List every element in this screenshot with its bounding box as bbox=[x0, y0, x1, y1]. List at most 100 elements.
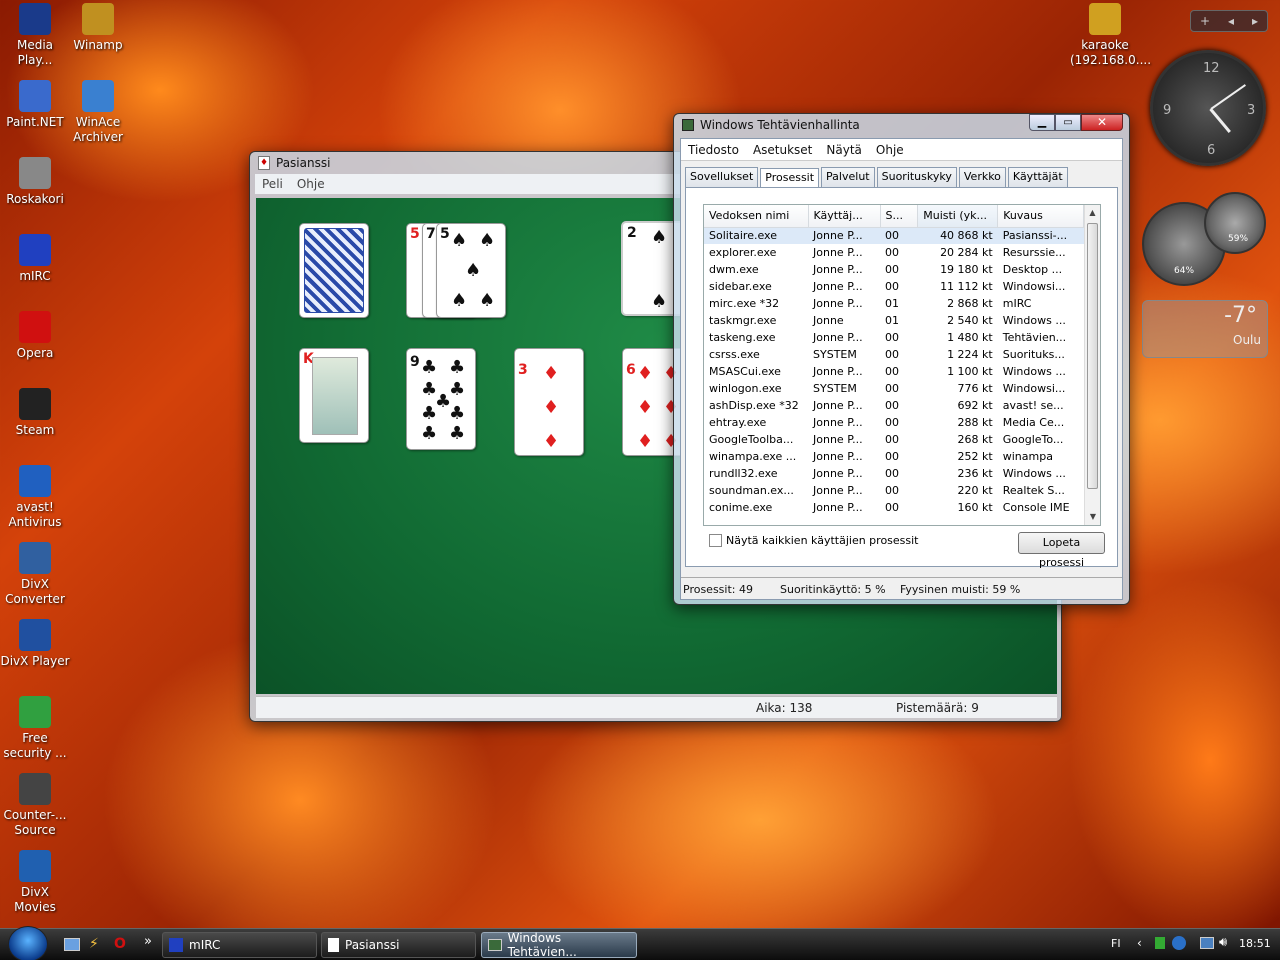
language-indicator[interactable]: FI bbox=[1111, 937, 1121, 950]
sidebar-controls[interactable]: + ◂ ▸ bbox=[1190, 10, 1268, 32]
tray-volume-icon[interactable]: 🔊︎ bbox=[1219, 935, 1227, 950]
desktop-icon[interactable]: avast! Antivirus bbox=[0, 465, 70, 530]
column-header[interactable]: Muisti (yk... bbox=[917, 205, 999, 228]
column-header[interactable]: Vedoksen nimi bbox=[704, 205, 809, 228]
menu-tiedosto[interactable]: Tiedosto bbox=[681, 143, 746, 157]
tab-suorituskyky[interactable]: Suorituskyky bbox=[876, 167, 957, 187]
table-row[interactable]: winampa.exe ... Jonne P... 00 252 kt winampa bbox=[704, 448, 1084, 465]
maximize-button[interactable]: ▭ bbox=[1055, 114, 1081, 131]
table-cell: winampa.exe ... bbox=[709, 450, 797, 463]
scroll-up-icon[interactable]: ▲ bbox=[1085, 205, 1100, 221]
desktop-icon[interactable]: Counter-... Source bbox=[0, 773, 70, 838]
add-gadget-icon[interactable]: + bbox=[1200, 14, 1210, 28]
column-header[interactable]: S... bbox=[880, 205, 919, 228]
ram-meter-gadget[interactable]: 59% bbox=[1204, 192, 1266, 254]
table-row[interactable]: Solitaire.exe Jonne P... 00 40 868 kt Pasian… bbox=[704, 227, 1084, 244]
switch-windows-icon[interactable]: ⚡ bbox=[89, 936, 99, 952]
show-all-checkbox[interactable] bbox=[709, 534, 722, 547]
tableau-nine[interactable]: 9 ♣ ♣ ♣ ♣ ♣ ♣ ♣ ♣ ♣ bbox=[406, 348, 476, 450]
desktop-icon[interactable]: Opera bbox=[0, 311, 70, 361]
process-list[interactable]: Vedoksen nimi Käyttäj... S... Muisti (yk...… bbox=[703, 204, 1101, 526]
desktop-icon[interactable]: Steam bbox=[0, 388, 70, 438]
table-row[interactable]: rundll32.exe Jonne P... 00 236 kt Windows ..… bbox=[704, 465, 1084, 482]
tab-sovellukset[interactable]: Sovellukset bbox=[685, 167, 759, 187]
desktop-icon[interactable]: WinAce Archiver bbox=[63, 80, 133, 145]
desktop-icon[interactable]: Media Play... bbox=[0, 3, 70, 68]
table-cell: Jonne P... bbox=[813, 467, 863, 480]
show-all-checkbox-row[interactable]: Näytä kaikkien käyttäjien prosessit bbox=[709, 534, 919, 547]
desktop-icon[interactable]: DivX Player bbox=[0, 619, 70, 669]
tab-prosessit[interactable]: Prosessit bbox=[760, 168, 820, 188]
stock-pile[interactable] bbox=[299, 223, 369, 318]
menu-ohje[interactable]: Ohje bbox=[290, 177, 332, 191]
tab-käyttäjät[interactable]: Käyttäjät bbox=[1007, 167, 1068, 187]
start-button[interactable] bbox=[8, 926, 48, 960]
taskbar-button-taskmgr[interactable]: Windows Tehtävien... bbox=[481, 931, 637, 959]
scroll-down-icon[interactable]: ▼ bbox=[1085, 509, 1100, 525]
table-row[interactable]: ehtray.exe Jonne P... 00 288 kt Media Ce... bbox=[704, 414, 1084, 431]
club-pip: ♣ bbox=[449, 357, 466, 378]
vertical-scrollbar[interactable]: ▲ ▼ bbox=[1084, 205, 1100, 525]
tray-avast-icon[interactable] bbox=[1172, 936, 1186, 950]
table-row[interactable]: sidebar.exe Jonne P... 00 11 112 kt Windowsi… bbox=[704, 278, 1084, 295]
desktop-icon[interactable]: DivX Converter bbox=[0, 542, 70, 607]
table-row[interactable]: GoogleToolba... Jonne P... 00 268 kt GoogleT… bbox=[704, 431, 1084, 448]
waste-card-top[interactable]: 5 ♠ ♠ ♠ ♠ ♠ bbox=[436, 223, 506, 318]
menu-nayta[interactable]: Näytä bbox=[819, 143, 869, 157]
menu-asetukset[interactable]: Asetukset bbox=[746, 143, 819, 157]
clock-gadget[interactable]: 12 3 6 9 bbox=[1150, 50, 1266, 166]
column-header[interactable]: Kuvaus bbox=[997, 205, 1084, 228]
taskmgr-window[interactable]: Windows Tehtävienhallinta ▁ ▭ ✕ Tiedosto… bbox=[673, 113, 1130, 605]
desktop-icon-label: Paint.NET bbox=[6, 115, 64, 129]
desktop-icon[interactable]: mIRC bbox=[0, 234, 70, 284]
clock[interactable]: 18:51 bbox=[1239, 937, 1271, 950]
menu-ohje[interactable]: Ohje bbox=[869, 143, 911, 157]
quicklaunch-overflow-icon[interactable]: » bbox=[144, 934, 152, 949]
table-row[interactable]: csrss.exe SYSTEM 00 1 224 kt Suorituks... bbox=[704, 346, 1084, 363]
window-controls: ▁ ▭ ✕ bbox=[1029, 114, 1123, 131]
desktop-icon[interactable]: Free security ... bbox=[0, 696, 70, 761]
table-cell: 220 kt bbox=[957, 484, 993, 497]
desktop-icon[interactable]: karaoke (192.168.0.... bbox=[1070, 3, 1151, 68]
menu-peli[interactable]: Peli bbox=[255, 177, 290, 191]
close-button[interactable]: ✕ bbox=[1081, 114, 1123, 131]
minimize-button[interactable]: ▁ bbox=[1029, 114, 1055, 131]
next-icon[interactable]: ▸ bbox=[1252, 14, 1258, 28]
table-row[interactable]: winlogon.exe SYSTEM 00 776 kt Windowsi... bbox=[704, 380, 1084, 397]
table-cell: 01 bbox=[885, 297, 900, 310]
desktop-icon[interactable]: Winamp bbox=[63, 3, 133, 53]
table-row[interactable]: explorer.exe Jonne P... 00 20 284 kt Resurss… bbox=[704, 244, 1084, 261]
table-row[interactable]: dwm.exe Jonne P... 00 19 180 kt Desktop ... bbox=[704, 261, 1084, 278]
end-process-button[interactable]: Lopeta prosessi bbox=[1018, 532, 1105, 569]
table-row[interactable]: soundman.ex... Jonne P... 00 220 kt Realtek … bbox=[704, 482, 1084, 499]
taskbar-button-solitaire[interactable]: Pasianssi bbox=[321, 932, 476, 958]
prev-icon[interactable]: ◂ bbox=[1228, 14, 1234, 28]
desktop-icon[interactable]: DivX Movies bbox=[0, 850, 70, 915]
weather-gadget[interactable]: -7° Oulu bbox=[1142, 300, 1268, 358]
table-row[interactable]: ashDisp.exe *32 Jonne P... 00 692 kt avast! … bbox=[704, 397, 1084, 414]
desktop-icon[interactable]: Paint.NET bbox=[0, 80, 70, 130]
table-row[interactable]: taskeng.exe Jonne P... 00 1 480 kt Tehtävien… bbox=[704, 329, 1084, 346]
tableau-king[interactable]: K bbox=[299, 348, 369, 443]
recycle-bin-icon bbox=[19, 157, 51, 189]
tray-network-icon[interactable] bbox=[1200, 937, 1214, 949]
show-desktop-icon[interactable] bbox=[64, 938, 80, 951]
tab-verkko[interactable]: Verkko bbox=[958, 167, 1006, 187]
tray-expand-icon[interactable]: ‹ bbox=[1137, 936, 1142, 950]
tab-palvelut[interactable]: Palvelut bbox=[821, 167, 875, 187]
desktop-icon[interactable]: Roskakori bbox=[0, 157, 70, 207]
table-row[interactable]: mirc.exe *32 Jonne P... 01 2 868 kt mIRC bbox=[704, 295, 1084, 312]
taskbar-button-mirc[interactable]: mIRC bbox=[162, 932, 317, 958]
table-row[interactable]: MSASCui.exe Jonne P... 00 1 100 kt Windows .… bbox=[704, 363, 1084, 380]
table-row[interactable]: taskmgr.exe Jonne 01 2 540 kt Windows ... bbox=[704, 312, 1084, 329]
tray-green-icon[interactable] bbox=[1155, 937, 1165, 949]
table-cell: mirc.exe *32 bbox=[709, 297, 780, 310]
table-cell: winlogon.exe bbox=[709, 382, 782, 395]
table-cell: 00 bbox=[885, 484, 900, 497]
scroll-thumb[interactable] bbox=[1087, 223, 1098, 489]
column-header[interactable]: Käyttäj... bbox=[808, 205, 881, 228]
table-row[interactable]: conime.exe Jonne P... 00 160 kt Console IME bbox=[704, 499, 1084, 516]
tableau-three[interactable]: 3 ♦ ♦ ♦ bbox=[514, 348, 584, 456]
opera-quicklaunch-icon[interactable]: O bbox=[114, 936, 126, 952]
table-cell: 19 180 kt bbox=[940, 263, 993, 276]
